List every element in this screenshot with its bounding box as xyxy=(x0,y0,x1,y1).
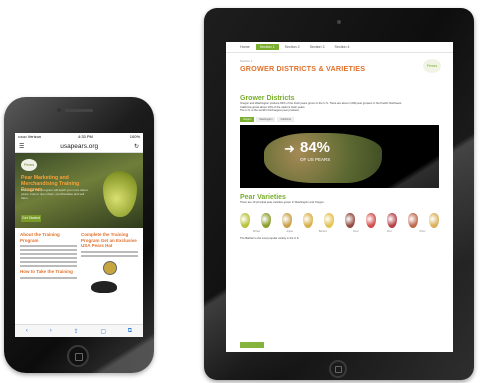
clock-text: 4:33 PM xyxy=(77,134,93,139)
how-to-heading: How to Take the Training xyxy=(20,269,73,274)
pear-variety-icon[interactable] xyxy=(239,213,250,229)
pear-variety-icon[interactable] xyxy=(366,213,377,229)
pear-variety-icon[interactable] xyxy=(429,213,440,229)
pear-variety-icon[interactable] xyxy=(323,213,334,229)
grower-section: Grower Districts Oregon and Washington p… xyxy=(226,95,453,188)
variety-label: Bosc xyxy=(353,230,359,234)
battery-text: 100% xyxy=(129,134,140,139)
text-line xyxy=(20,261,77,263)
text-line xyxy=(20,265,77,267)
nav-item-section-1[interactable]: Section 1 xyxy=(255,44,279,50)
tablet-screen: Home Section 1 Section 2 Section 3 Secti… xyxy=(226,42,453,352)
section-label: Section 1 xyxy=(240,59,253,63)
hat-column: Complete the Training Program Get an Exc… xyxy=(81,232,138,293)
status-bar: •••oo Verizon 4:33 PM 100% xyxy=(15,133,143,140)
content-columns: About the Training Program How to Take t… xyxy=(15,228,143,293)
get-started-button[interactable]: Get Started xyxy=(21,215,41,222)
pear-variety-icon[interactable] xyxy=(281,213,292,229)
variety-label: Red xyxy=(386,230,392,234)
text-line xyxy=(81,254,138,257)
grower-heading: Grower Districts xyxy=(240,95,295,102)
iphone-device: •••oo Verizon 4:33 PM 100% ☰ usapears.or… xyxy=(4,97,154,373)
home-button[interactable] xyxy=(329,360,347,378)
text-line xyxy=(20,257,77,259)
usa-pears-logo: Pears xyxy=(21,159,37,171)
map-button-oregon[interactable]: Oregon xyxy=(240,116,255,122)
top-nav: Home Section 1 Section 2 Section 3 Secti… xyxy=(226,42,453,53)
page-title: GROWER DISTRICTS & VARIETIES xyxy=(240,64,366,73)
usa-pears-logo: Pears xyxy=(423,59,441,73)
address-bar[interactable]: ☰ usapears.org ↻ xyxy=(15,140,143,153)
varieties-footnote-wrap: The Bartlett is the most popular variety… xyxy=(226,237,453,241)
text-line xyxy=(20,276,77,279)
home-button[interactable] xyxy=(67,345,89,367)
phone-screen: •••oo Verizon 4:33 PM 100% ☰ usapears.or… xyxy=(15,133,143,337)
nav-item-section-3[interactable]: Section 3 xyxy=(306,44,329,50)
pear-variety-icon[interactable] xyxy=(387,213,398,229)
bookmarks-icon[interactable]: ▢ xyxy=(100,328,106,335)
pear-photo xyxy=(103,171,137,217)
hat-image xyxy=(91,280,117,293)
variety-label: Anjou xyxy=(286,230,294,234)
text-line xyxy=(20,245,77,247)
reload-icon[interactable]: ↻ xyxy=(134,143,139,150)
back-icon[interactable]: ‹ xyxy=(26,328,28,334)
url-text[interactable]: usapears.org xyxy=(24,143,134,150)
stat-percent: 84% xyxy=(300,138,331,156)
next-button[interactable] xyxy=(240,342,264,348)
variety-label: Other xyxy=(419,230,426,234)
safari-toolbar: ‹ › ⇪ ▢ ⧉ xyxy=(15,324,143,337)
grower-paragraph-3: The U.S. is the world's third largest pe… xyxy=(240,109,300,113)
map-button-california[interactable]: California xyxy=(277,116,295,122)
tabs-icon[interactable]: ⧉ xyxy=(128,328,132,335)
about-column: About the Training Program How to Take t… xyxy=(20,232,77,293)
arrow-icon: ➜ xyxy=(284,140,295,156)
nav-item-section-2[interactable]: Section 2 xyxy=(281,44,304,50)
about-heading: About the Training Program xyxy=(20,232,60,243)
ipad-device: Home Section 1 Section 2 Section 3 Secti… xyxy=(204,8,474,380)
nav-item-home[interactable]: Home xyxy=(236,44,254,50)
varieties-section: Pear Varieties There are 10 principal pe… xyxy=(226,194,453,205)
nav-item-section-4[interactable]: Section 4 xyxy=(331,44,354,50)
stat-caption: OF US PEARS xyxy=(300,156,331,162)
share-icon[interactable]: ⇪ xyxy=(73,328,78,335)
map-button-washington[interactable]: Washington xyxy=(256,116,276,122)
hero-banner: Pears Pear Marketing and Merchandising T… xyxy=(15,153,143,228)
forward-icon[interactable]: › xyxy=(50,328,52,334)
hero-body: Welcome! This program will teach you mor… xyxy=(21,188,88,200)
varieties-footnote: The Bartlett is the most popular variety… xyxy=(240,237,300,241)
badge-image xyxy=(102,260,117,275)
hat-heading: Complete the Training Program Get an Exc… xyxy=(81,232,137,248)
text-line xyxy=(20,249,77,251)
speaker xyxy=(65,109,93,112)
pear-variety-icon[interactable] xyxy=(345,213,356,229)
text-line xyxy=(81,250,138,253)
page-header: Section 1 GROWER DISTRICTS & VARIETIES P… xyxy=(226,53,453,95)
camera xyxy=(337,20,341,24)
pear-variety-icon[interactable] xyxy=(408,213,419,229)
us-map: ➜ 84% OF US PEARS xyxy=(240,124,439,188)
varieties-heading: Pear Varieties xyxy=(240,193,286,201)
variety-label: Winter xyxy=(252,230,261,234)
camera xyxy=(57,108,61,112)
variety-label: Bartlett xyxy=(318,230,328,234)
pear-variety-row xyxy=(226,204,453,230)
variety-labels: Winter Anjou Bartlett Bosc Red Other xyxy=(226,230,453,233)
pear-variety-icon[interactable] xyxy=(260,213,271,229)
text-line xyxy=(20,253,77,255)
pear-variety-icon[interactable] xyxy=(302,213,313,229)
carrier-text: •••oo Verizon xyxy=(18,134,42,139)
map-toggle-group: Oregon Washington California xyxy=(240,116,439,122)
